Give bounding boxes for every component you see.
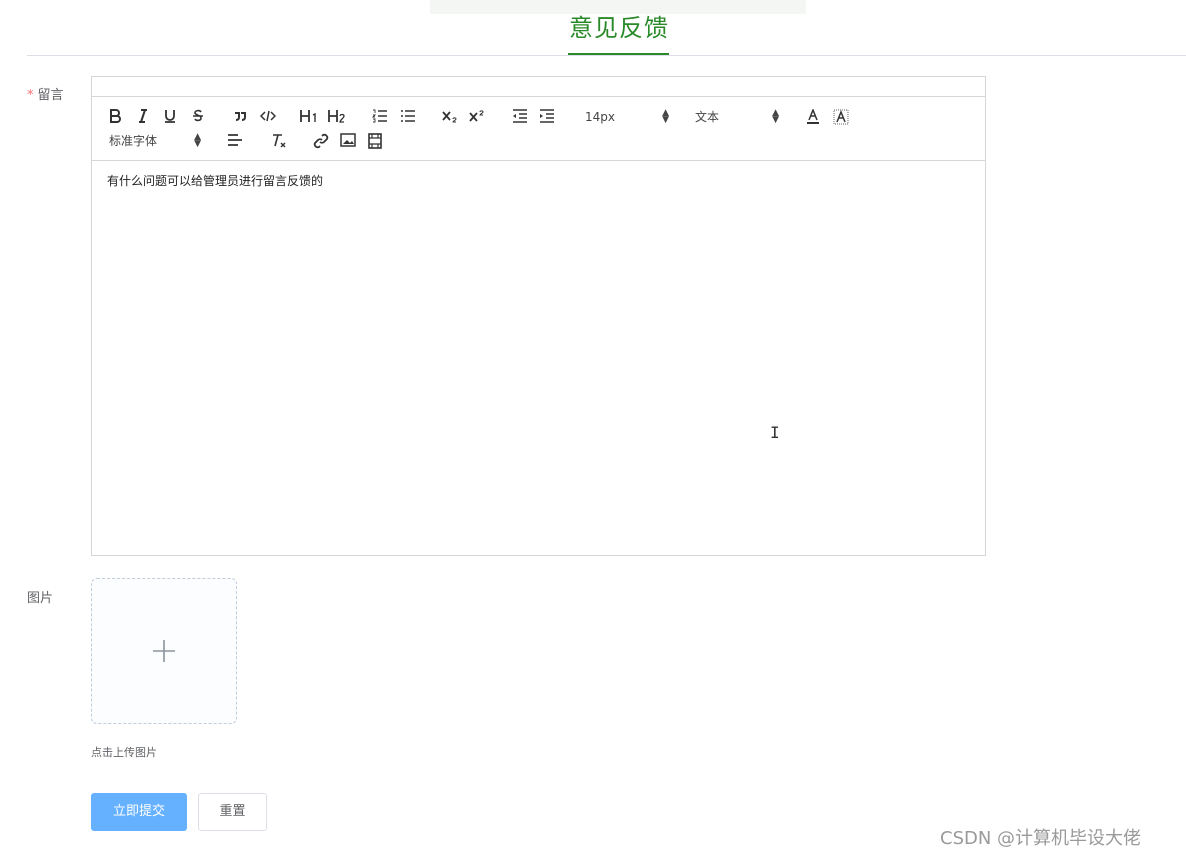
bold-icon xyxy=(110,109,121,123)
bullet-list-button[interactable] xyxy=(398,107,418,127)
editor-top-bar xyxy=(92,77,985,97)
heading-2-icon xyxy=(328,110,345,123)
image-button[interactable] xyxy=(338,131,358,151)
video-icon xyxy=(368,133,382,149)
page-title: 意见反馈 xyxy=(569,14,669,42)
header-divider xyxy=(27,55,1186,56)
code-block-button[interactable] xyxy=(258,107,278,127)
superscript-icon xyxy=(469,110,484,122)
underline-icon xyxy=(165,110,175,123)
subscript-button[interactable] xyxy=(440,107,460,127)
rich-text-editor: 14px ▲ ▼ 文本 ▲ ▼ 标准字体 ▲ ▼ 有什么问题可以给管理员进行留言… xyxy=(91,76,986,556)
italic-button[interactable] xyxy=(133,107,153,127)
font-size-value: 14px xyxy=(585,110,615,124)
upload-tip: 点击上传图片 xyxy=(91,746,157,759)
font-color-button[interactable] xyxy=(803,107,823,127)
editor-toolbar: 14px ▲ ▼ 文本 ▲ ▼ 标准字体 ▲ ▼ xyxy=(92,97,985,161)
h2-button[interactable] xyxy=(326,107,348,127)
select-arrow-icon: ▲ ▼ xyxy=(194,132,201,149)
h1-button[interactable] xyxy=(298,107,320,127)
strike-button[interactable] xyxy=(188,107,208,127)
indent-button[interactable] xyxy=(537,107,557,127)
blockquote-button[interactable] xyxy=(230,107,250,127)
reset-button[interactable]: 重置 xyxy=(198,793,267,831)
underline-button[interactable] xyxy=(160,107,180,127)
font-family-select[interactable]: 标准字体 ▲ ▼ xyxy=(109,131,201,151)
heading-value: 文本 xyxy=(695,110,720,124)
code-icon xyxy=(260,110,276,122)
image-icon xyxy=(340,133,356,147)
select-arrow-icon: ▲ ▼ xyxy=(662,108,669,125)
background-color-icon xyxy=(833,109,849,125)
message-label-text: 留言 xyxy=(37,88,64,103)
font-size-select[interactable]: 14px ▲ ▼ xyxy=(585,107,669,127)
watermark: CSDN @计算机毕设大佬 xyxy=(940,828,1142,849)
heading-select[interactable]: 文本 ▲ ▼ xyxy=(695,107,779,127)
align-left-icon xyxy=(228,134,242,146)
text-cursor-icon: I xyxy=(770,423,780,442)
clear-format-button[interactable] xyxy=(269,131,289,151)
italic-icon xyxy=(139,109,147,123)
link-button[interactable] xyxy=(311,131,331,151)
quote-icon xyxy=(235,112,246,121)
image-label: 图片 xyxy=(27,591,54,606)
outdent-icon xyxy=(513,109,527,123)
submit-button[interactable]: 立即提交 xyxy=(91,793,187,831)
strikethrough-icon xyxy=(193,109,203,122)
background-color-button[interactable] xyxy=(831,107,851,127)
align-button[interactable] xyxy=(225,131,245,151)
editor-text: 有什么问题可以给管理员进行留言反馈的 xyxy=(107,174,324,188)
plus-icon xyxy=(153,640,175,662)
clear-format-icon xyxy=(273,134,286,148)
superscript-button[interactable] xyxy=(467,107,487,127)
ordered-list-button[interactable] xyxy=(370,107,390,127)
message-label: * 留言 xyxy=(27,88,64,104)
required-mark: * xyxy=(27,88,34,103)
subscript-icon xyxy=(442,111,457,123)
bold-button[interactable] xyxy=(105,107,125,127)
image-upload-box[interactable] xyxy=(91,578,237,724)
select-arrow-icon: ▲ ▼ xyxy=(772,108,779,125)
heading-1-icon xyxy=(300,110,316,122)
link-icon xyxy=(313,133,329,149)
font-color-icon xyxy=(807,109,819,124)
bullet-list-icon xyxy=(401,110,415,122)
ordered-list-icon xyxy=(372,109,387,123)
font-family-value: 标准字体 xyxy=(109,134,158,148)
outdent-button[interactable] xyxy=(510,107,530,127)
editor-content-area[interactable]: 有什么问题可以给管理员进行留言反馈的 xyxy=(92,161,985,201)
video-button[interactable] xyxy=(365,131,385,151)
indent-icon xyxy=(540,109,554,123)
top-strip xyxy=(430,0,806,14)
